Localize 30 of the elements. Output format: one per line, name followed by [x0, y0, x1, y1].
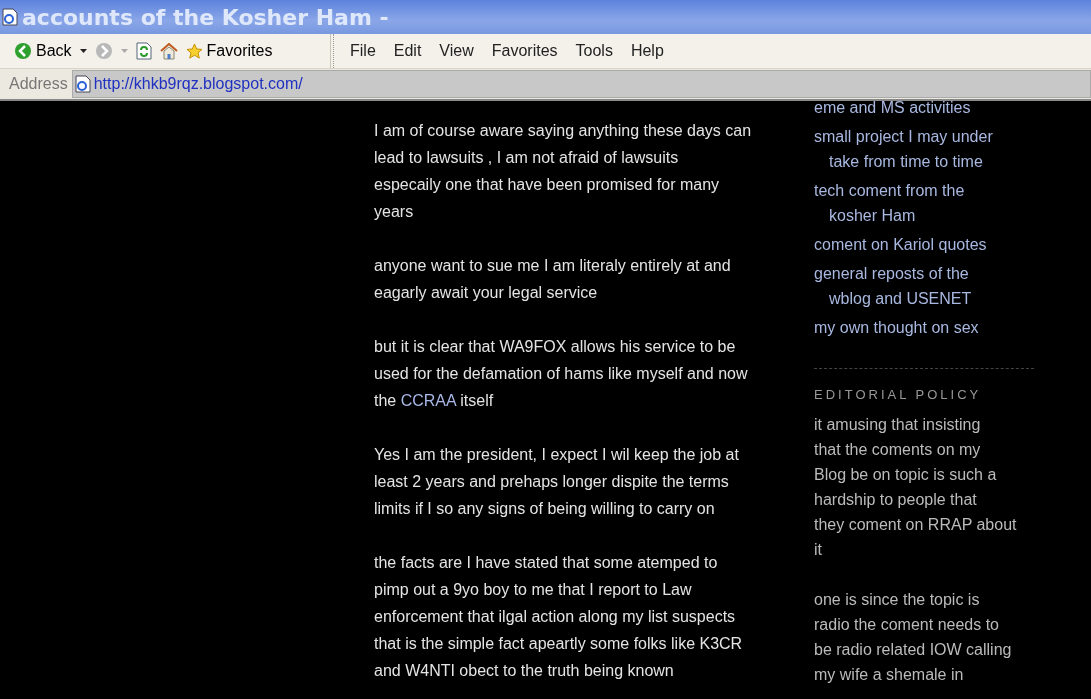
post-paragraph: anyone want to sue me I am literaly entirely at and eagarly await your legal service: [374, 256, 732, 303]
address-field[interactable]: http://khkb9rqz.blogspot.com/: [71, 70, 1091, 98]
sidebar-paragraph: one is since the topic is radio the coment needs to be radio related IOW calling my wife a shemale in: [814, 590, 1013, 685]
post-paragraph: the facts are I have stated that some atemped to pimp out a 9yo boy to me that I report to Law enforcement that ilgal action along my list suspects that is the simple fact apeartly some folks like K3CR and W4NTI obect to the truth being known: [374, 553, 744, 681]
sidebar-paragraph: it amusing that insisting that the coments on my Blog be on topic is such a hardship to people that they coment on RRAP about it: [814, 415, 1018, 560]
post-paragraph: I am of course aware saying anything these days can lead to lawsuits , I am not afraid of lawsuits especaily one that have been promised for many years: [374, 121, 753, 222]
text-link[interactable]: CCRAA: [400, 392, 456, 409]
sidebar-link[interactable]: coment on Kariol quotes: [814, 232, 1044, 257]
address-label: Address: [8, 75, 69, 93]
window-title: accounts of the Kosher Ham -: [22, 4, 389, 30]
menu-item[interactable]: Favorites: [491, 42, 558, 60]
caret-icon[interactable]: [79, 49, 87, 53]
star-icon: [185, 42, 203, 60]
post-paragraph: Yes I am the president, I expect I wil keep the job at least 2 years and prehaps longer dispite the terms limits if I so any signs of being willing to carry on: [374, 445, 740, 519]
page-icon: [2, 8, 18, 26]
home-icon[interactable]: [159, 42, 178, 60]
sidebar-heading: EDITORIAL POLICY: [814, 387, 983, 402]
back-button[interactable]: Back: [14, 42, 72, 60]
menu-item[interactable]: Tools: [575, 42, 613, 60]
menu-item[interactable]: Edit: [393, 42, 422, 60]
menu-item[interactable]: Help: [630, 42, 664, 60]
favorites-button[interactable]: Favorites: [185, 42, 273, 60]
menu-item[interactable]: View: [439, 42, 474, 60]
sidebar-link[interactable]: eme and MS activities: [814, 95, 1044, 120]
refresh-icon[interactable]: [135, 42, 152, 60]
menu-item[interactable]: File: [350, 42, 376, 60]
post-paragraph: but it is clear that WA9FOX allows his service to be used for the defamation of hams like myself and now the CCRAA itself: [374, 337, 749, 411]
forward-icon[interactable]: [94, 42, 113, 60]
page-icon: [74, 75, 91, 93]
sidebar-link[interactable]: my own thought on sex: [814, 315, 1044, 340]
